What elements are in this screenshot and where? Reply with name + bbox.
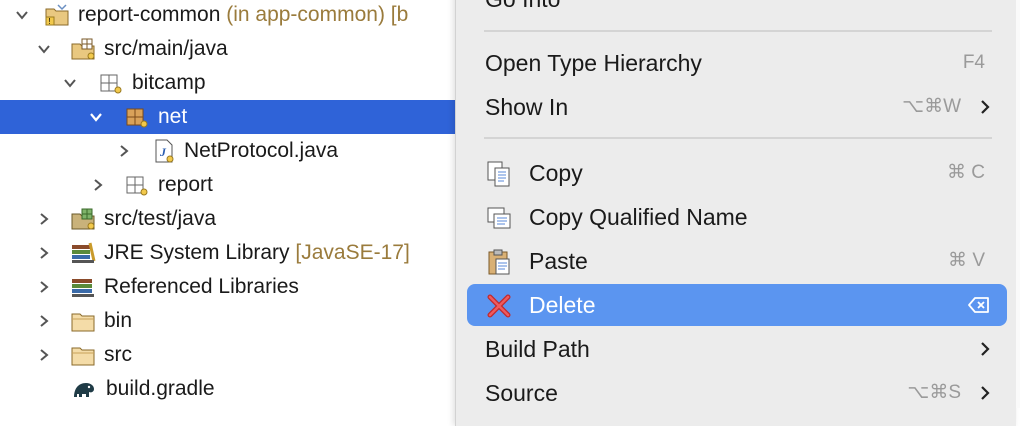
copy-qualified-name-icon bbox=[485, 204, 513, 232]
tree-item-jre-system-library[interactable]: JRE System Library [JavaSE-17] bbox=[0, 236, 470, 270]
folder-icon bbox=[70, 309, 96, 333]
menu-item-build-path[interactable]: Build Path bbox=[467, 328, 1007, 370]
submenu-chevron-right-icon bbox=[977, 340, 993, 358]
tree-item-label: src bbox=[104, 343, 132, 366]
delete-x-icon bbox=[485, 292, 513, 320]
menu-item-shortcut: ⌘ V bbox=[948, 250, 985, 271]
tree-item-bin[interactable]: bin bbox=[0, 304, 470, 338]
menu-item-copy-qualified-name[interactable]: Copy Qualified Name bbox=[467, 196, 1007, 238]
tree-item-label: Referenced Libraries bbox=[104, 275, 299, 298]
chevron-down-icon[interactable] bbox=[84, 100, 108, 134]
project-icon: ! bbox=[44, 3, 70, 27]
submenu-chevron-right-icon bbox=[977, 98, 993, 116]
tree-item-label: src/main/java bbox=[104, 37, 228, 60]
chevron-right-icon[interactable] bbox=[32, 304, 56, 338]
tree-item-label: report bbox=[158, 173, 213, 196]
chevron-down-icon[interactable] bbox=[32, 32, 56, 66]
test-source-folder-icon bbox=[70, 207, 96, 231]
svg-text:!: ! bbox=[49, 17, 51, 26]
tree-item-decoration: [JavaSE-17] bbox=[289, 241, 410, 264]
menu-item-shortcut: ⌥⌘W bbox=[902, 96, 961, 117]
menu-item-label: Open Type Hierarchy bbox=[485, 50, 702, 76]
tree-item-report[interactable]: report bbox=[0, 168, 470, 202]
tree-item-src-test-java[interactable]: src/test/java bbox=[0, 202, 470, 236]
delete-key-icon bbox=[967, 295, 991, 315]
menu-item-shortcut: F4 bbox=[962, 52, 985, 73]
chevron-right-icon[interactable] bbox=[32, 270, 56, 304]
tree-item-src-main-java[interactable]: src/main/java bbox=[0, 32, 470, 66]
tree-item-label: NetProtocol.java bbox=[184, 139, 339, 162]
tree-item-report-common[interactable]: ! report-common (in app-common) [b bbox=[0, 0, 470, 32]
project-explorer-tree: ! report-common (in app-common) [b src/m… bbox=[0, 0, 470, 408]
gradle-elephant-icon bbox=[70, 377, 96, 401]
tree-item-src[interactable]: src bbox=[0, 338, 470, 372]
paste-clipboard-icon bbox=[485, 248, 513, 276]
menu-item-label: Delete bbox=[529, 292, 596, 318]
tree-item-decoration: (in app-common) [b bbox=[220, 3, 409, 26]
folder-icon bbox=[70, 343, 96, 367]
java-file-icon: J bbox=[150, 139, 176, 163]
menu-item-label: Build Path bbox=[485, 336, 590, 362]
chevron-right-icon[interactable] bbox=[112, 134, 136, 168]
tree-item-label: JRE System Library [JavaSE-17] bbox=[104, 241, 410, 264]
package-icon bbox=[124, 173, 150, 197]
source-folder-icon bbox=[70, 37, 96, 61]
menu-item-shortcut: ⌘ C bbox=[947, 162, 985, 183]
tree-item-label: bin bbox=[104, 309, 133, 332]
tree-item-referenced-libraries[interactable]: Referenced Libraries bbox=[0, 270, 470, 304]
tree-item-label: report-common (in app-common) [b bbox=[78, 3, 409, 26]
chevron-down-icon[interactable] bbox=[10, 0, 34, 32]
chevron-down-icon[interactable] bbox=[58, 66, 82, 100]
tree-item-bitcamp[interactable]: bitcamp bbox=[0, 66, 470, 100]
menu-item-paste[interactable]: Paste ⌘ V bbox=[467, 240, 1007, 282]
menu-item-label: Go Into bbox=[485, 0, 560, 20]
menu-item-label: Show In bbox=[485, 94, 569, 120]
editor-edge bbox=[1016, 0, 1020, 408]
library-icon bbox=[70, 241, 96, 265]
chevron-right-icon[interactable] bbox=[32, 338, 56, 372]
chevron-right-icon[interactable] bbox=[32, 202, 56, 236]
svg-text:J: J bbox=[159, 145, 167, 159]
context-menu: Go Into Open Type Hierarchy F4 Show In ⌥… bbox=[455, 0, 1016, 426]
submenu-chevron-right-icon bbox=[977, 384, 993, 402]
menu-item-label: Copy bbox=[529, 160, 583, 186]
menu-item-label: Copy Qualified Name bbox=[529, 204, 748, 230]
tree-item-netprotocol-java[interactable]: J NetProtocol.java bbox=[0, 134, 470, 168]
package-icon bbox=[98, 71, 124, 95]
menu-separator bbox=[484, 137, 992, 139]
menu-item-show-in[interactable]: Show In ⌥⌘W bbox=[467, 86, 1007, 128]
menu-item-go-into[interactable]: Go Into bbox=[467, 0, 1007, 20]
menu-item-open-type-hierarchy[interactable]: Open Type Hierarchy F4 bbox=[467, 42, 1007, 84]
menu-item-delete[interactable]: Delete bbox=[467, 284, 1007, 326]
package-icon bbox=[124, 105, 150, 129]
menu-item-label: Paste bbox=[529, 248, 588, 274]
chevron-right-icon[interactable] bbox=[86, 168, 110, 202]
menu-separator bbox=[484, 30, 992, 32]
tree-item-label: net bbox=[158, 105, 188, 128]
tree-item-build-gradle[interactable]: build.gradle bbox=[0, 372, 470, 406]
tree-item-label: bitcamp bbox=[132, 71, 206, 94]
tree-item-net[interactable]: net bbox=[0, 100, 470, 134]
copy-icon bbox=[485, 160, 513, 188]
tree-item-label: src/test/java bbox=[104, 207, 217, 230]
tree-item-label: build.gradle bbox=[106, 377, 215, 400]
library-icon bbox=[70, 275, 96, 299]
chevron-right-icon[interactable] bbox=[32, 236, 56, 270]
menu-item-copy[interactable]: Copy ⌘ C bbox=[467, 152, 1007, 194]
